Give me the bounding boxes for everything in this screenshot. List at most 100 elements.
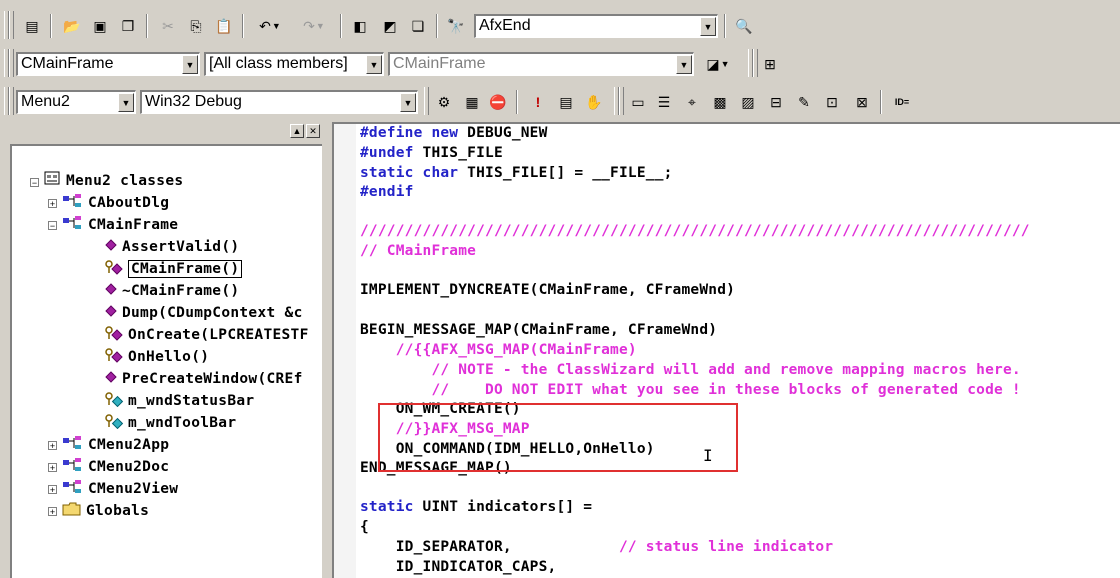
paste-icon[interactable]: 📋 bbox=[212, 14, 236, 38]
undo-icon[interactable]: ↶ ▼ bbox=[250, 14, 290, 38]
close-pane-icon[interactable]: ✕ bbox=[306, 124, 320, 138]
toolbar-grip[interactable] bbox=[9, 87, 14, 115]
tree-item[interactable]: OnCreate(LPCREATESTF bbox=[104, 324, 309, 346]
tree-item[interactable]: Globals bbox=[62, 500, 149, 522]
class-icon bbox=[62, 457, 84, 477]
chevron-down-icon[interactable]: ▼ bbox=[676, 55, 692, 74]
tree-item[interactable]: CMainFrame bbox=[62, 214, 178, 236]
expand-toggle[interactable]: + bbox=[48, 463, 57, 473]
tree-item-label: Dump(CDumpContext &c bbox=[122, 305, 303, 321]
toolbar-grip[interactable] bbox=[9, 49, 14, 77]
expand-toggle[interactable]: + bbox=[48, 485, 57, 495]
breakpoint-hand-icon[interactable]: ✋ bbox=[582, 90, 606, 114]
collapse-toggle[interactable]: − bbox=[48, 221, 57, 231]
resource-icon[interactable]: ⊞ bbox=[758, 52, 782, 76]
maximize-pane-icon[interactable]: ▲ bbox=[290, 124, 304, 138]
new-menu-icon[interactable]: ☰ bbox=[652, 90, 676, 114]
new-bitmap-icon[interactable]: ▨ bbox=[736, 90, 760, 114]
execute-icon[interactable]: ! bbox=[526, 90, 550, 114]
tree-item[interactable]: CAboutDlg bbox=[62, 192, 169, 214]
find-in-files-icon[interactable]: 🔭 bbox=[444, 14, 468, 38]
new-toolbar-resource-icon[interactable]: ⊟ bbox=[764, 90, 788, 114]
find-icon[interactable]: 🔍 bbox=[732, 14, 756, 38]
workspace-icon[interactable]: ◧ bbox=[348, 14, 372, 38]
tree-item-label: CAboutDlg bbox=[88, 195, 170, 211]
pane-splitter[interactable] bbox=[322, 118, 332, 578]
cut-icon[interactable]: ✂ bbox=[156, 14, 180, 38]
toolbar-grip[interactable] bbox=[424, 87, 429, 115]
find-combo[interactable]: AfxEnd ▼ bbox=[474, 14, 718, 38]
constructor-icon bbox=[104, 347, 124, 367]
class-combo[interactable]: CMainFrame ▼ bbox=[16, 52, 200, 76]
copy-icon[interactable]: ⎘ bbox=[184, 14, 208, 38]
expand-toggle[interactable]: + bbox=[48, 441, 57, 451]
member-variable-icon bbox=[104, 391, 124, 411]
save-all-icon[interactable]: ❐ bbox=[116, 14, 140, 38]
collapse-toggle[interactable]: − bbox=[30, 178, 39, 188]
compile-icon[interactable]: ⚙ bbox=[432, 90, 456, 114]
tree-item[interactable]: CMenu2Doc bbox=[62, 456, 169, 478]
stop-build-icon[interactable]: ⛔ bbox=[486, 90, 510, 114]
new-icon-resource-icon[interactable]: ▩ bbox=[708, 90, 732, 114]
open-folder-icon[interactable]: 📂 bbox=[60, 14, 84, 38]
code-text: DEBUG_NEW bbox=[467, 125, 548, 141]
tree-item-label: m_wndToolBar bbox=[128, 415, 237, 431]
expand-toggle[interactable]: + bbox=[48, 199, 57, 209]
tree-item[interactable]: AssertValid() bbox=[104, 236, 239, 258]
build-icon[interactable]: ▦ bbox=[460, 90, 484, 114]
tree-item[interactable]: m_wndStatusBar bbox=[104, 390, 254, 412]
go-icon[interactable]: ▤ bbox=[554, 90, 578, 114]
toolbar-separator bbox=[516, 90, 518, 114]
chevron-down-icon[interactable]: ▼ bbox=[182, 55, 198, 74]
code-line: BEGIN_MESSAGE_MAP(CMainFrame, CFrameWnd) bbox=[360, 321, 717, 341]
toolbar-grip[interactable] bbox=[619, 87, 624, 115]
toolbar-separator bbox=[436, 14, 438, 38]
toolbar-grip[interactable] bbox=[9, 11, 14, 39]
tree-item-label: PreCreateWindow(CREf bbox=[122, 371, 303, 387]
output-window-icon[interactable]: ◩ bbox=[378, 14, 402, 38]
tree-root[interactable]: Menu2 classes bbox=[44, 170, 183, 192]
filter-combo[interactable]: [All class members] ▼ bbox=[204, 52, 384, 76]
chevron-down-icon[interactable]: ▼ bbox=[400, 93, 416, 112]
code-line: { bbox=[360, 518, 369, 538]
toolbar-separator bbox=[880, 90, 882, 114]
tree-item-label: ~CMainFrame() bbox=[122, 283, 240, 299]
tree-item[interactable]: ~CMainFrame() bbox=[104, 280, 239, 302]
code-comment: // CMainFrame bbox=[360, 243, 477, 259]
resource-symbols-button[interactable]: ID= bbox=[888, 90, 916, 114]
new-text-file-icon[interactable]: ▤ bbox=[20, 14, 44, 38]
member-combo[interactable]: CMainFrame ▼ bbox=[388, 52, 694, 76]
tree-item[interactable]: PreCreateWindow(CREf bbox=[104, 368, 303, 390]
window-list-icon[interactable]: ❏ bbox=[406, 14, 430, 38]
redo-icon[interactable]: ↷ ▼ bbox=[294, 14, 334, 38]
tree-item[interactable]: m_wndToolBar bbox=[104, 412, 236, 434]
save-icon[interactable]: ▣ bbox=[88, 14, 112, 38]
config-combo[interactable]: Win32 Debug ▼ bbox=[140, 90, 418, 114]
classview-pane: ▲ ✕ − Menu2 classes + CAboutDlg − CMainFram… bbox=[10, 122, 322, 578]
new-string-table-icon[interactable]: ⊡ bbox=[820, 90, 844, 114]
expand-toggle[interactable]: + bbox=[48, 507, 57, 517]
code-text: ID_SEPARATOR, bbox=[360, 539, 512, 555]
tree-item-label: OnHello() bbox=[128, 349, 210, 365]
new-dialog-icon[interactable]: ▭ bbox=[626, 90, 650, 114]
code-line: // DO NOT EDIT what you see in these blo… bbox=[360, 381, 1021, 401]
tree-item[interactable]: CMenu2View bbox=[62, 478, 178, 500]
code-comment: // DO NOT EDIT what you see in these blo… bbox=[360, 382, 1021, 398]
project-combo[interactable]: Menu2 ▼ bbox=[16, 90, 136, 114]
wizardbar-action-icon[interactable]: ◪ ▼ bbox=[698, 52, 738, 76]
new-accelerator-icon[interactable]: ✎ bbox=[792, 90, 816, 114]
code-editor[interactable]: #define new DEBUG_NEW #undef THIS_FILE sta… bbox=[332, 122, 1120, 578]
new-cursor-icon[interactable]: ⌖ bbox=[680, 90, 704, 114]
tree-item[interactable]: Dump(CDumpContext &c bbox=[104, 302, 303, 324]
class-tree[interactable]: − Menu2 classes + CAboutDlg − CMainFrame Ass… bbox=[10, 144, 322, 578]
new-version-icon[interactable]: ⊠ bbox=[850, 90, 874, 114]
tree-item[interactable]: CMenu2App bbox=[62, 434, 169, 456]
method-icon bbox=[104, 238, 118, 256]
tree-item[interactable]: CMainFrame() bbox=[104, 258, 243, 280]
chevron-down-icon[interactable]: ▼ bbox=[118, 93, 134, 112]
code-text: ID_INDICATOR_CAPS, bbox=[360, 559, 557, 575]
toolbar-separator bbox=[340, 14, 342, 38]
tree-item[interactable]: OnHello() bbox=[104, 346, 209, 368]
chevron-down-icon[interactable]: ▼ bbox=[366, 55, 382, 74]
chevron-down-icon[interactable]: ▼ bbox=[700, 17, 716, 36]
